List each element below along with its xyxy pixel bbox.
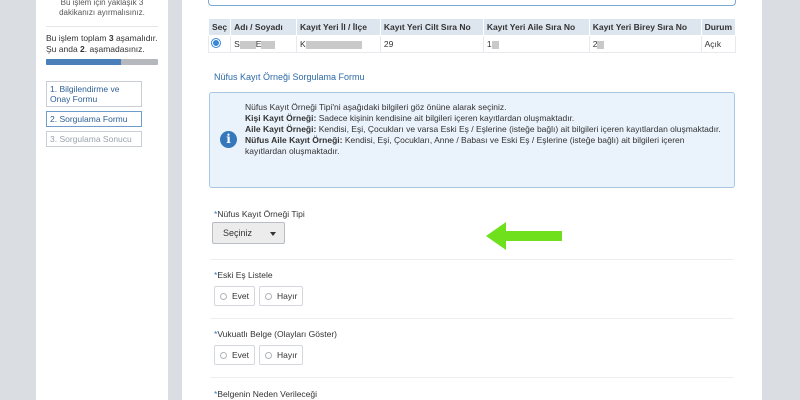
time-note-line1: Bu işlem için yaklaşık 3 bbox=[60, 0, 144, 7]
neden-label: *Belgenin Neden Verileceği bbox=[214, 389, 317, 399]
divider bbox=[46, 26, 158, 27]
info-text: Nüfus Kayıt Örneği Tipi'ni aşağıdaki bil… bbox=[245, 102, 725, 157]
section-title: Nüfus Kayıt Örneği Sorgulama Formu bbox=[214, 72, 365, 82]
row-birey-cell: 2 bbox=[588, 35, 702, 53]
row-select-cell[interactable] bbox=[207, 35, 232, 53]
row-aile-cell: 1 bbox=[482, 35, 590, 53]
no-label: Hayır bbox=[277, 350, 298, 360]
info-aile-text: Kendisi, Eşi, Çocukları ve varsa Eski Eş… bbox=[316, 124, 721, 134]
info-circle-icon: i bbox=[220, 131, 237, 148]
row-cilt-cell: 29 bbox=[379, 35, 484, 53]
divider bbox=[210, 259, 734, 260]
radio-circle[interactable] bbox=[265, 292, 273, 300]
redaction bbox=[305, 40, 362, 49]
eski-es-no-option[interactable]: Hayır bbox=[259, 286, 304, 306]
col-header-birey: Kayıt Yeri Birey Sıra No bbox=[588, 18, 702, 36]
vukuatli-label: *Vukuatlı Belge (Olayları Göster) bbox=[214, 329, 337, 339]
divider bbox=[210, 318, 734, 319]
info-aile-title: Aile Kayıt Örneği: bbox=[245, 124, 317, 134]
type-label-text: Nüfus Kayıt Örneği Tipi bbox=[217, 209, 305, 219]
progress-bar bbox=[46, 59, 158, 65]
caret-down-icon bbox=[270, 232, 276, 236]
col-header-place: Kayıt Yeri İl / İlçe bbox=[296, 18, 381, 36]
type-select[interactable]: Seçiniz bbox=[212, 222, 285, 244]
table-header-row: Seç Adı / Soyadı Kayıt Yeri İl / İlçe Ka… bbox=[207, 18, 737, 36]
steps-info-text-a: Bu işlem toplam bbox=[46, 33, 109, 43]
col-header-status: Durum bbox=[700, 18, 737, 36]
info-line-kisi: Kişi Kayıt Örneği: Sadece kişinin kendis… bbox=[245, 113, 725, 124]
vukuatli-label-text: Vukuatlı Belge (Olayları Göster) bbox=[217, 329, 337, 339]
info-line-aile: Aile Kayıt Örneği: Kendisi, Eşi, Çocukla… bbox=[245, 124, 725, 135]
radio-circle[interactable] bbox=[265, 351, 273, 359]
main-content: Seç Adı / Soyadı Kayıt Yeri İl / İlçe Ka… bbox=[182, 0, 762, 400]
col-header-cilt: Kayıt Yeri Cilt Sıra No bbox=[379, 18, 484, 36]
row-select-radio[interactable] bbox=[211, 38, 221, 48]
eski-es-yes-option[interactable]: Evet bbox=[214, 286, 256, 306]
info-kisi-text: Sadece kişinin kendisine ait bilgileri i… bbox=[316, 113, 575, 123]
results-table: Seç Adı / Soyadı Kayıt Yeri İl / İlçe Ka… bbox=[207, 18, 737, 53]
radio-circle[interactable] bbox=[220, 351, 227, 359]
table-row[interactable]: SE K 29 1 2 Açık bbox=[207, 35, 737, 53]
sidebar: Bu işlem için yaklaşık 3 dakikanızı ayır… bbox=[36, 0, 168, 400]
previous-panel-edge bbox=[208, 0, 736, 6]
step-3-query-result: 3. Sorgulama Sonucu bbox=[46, 131, 142, 147]
eski-es-radio-group: Evet Hayır bbox=[214, 286, 304, 306]
col-header-aile: Kayıt Yeri Aile Sıra No bbox=[482, 18, 590, 36]
redaction bbox=[239, 40, 256, 49]
info-line-nufus: Nüfus Aile Kayıt Örneği: Kendisi, Eşi, Ç… bbox=[245, 135, 725, 157]
type-label: *Nüfus Kayıt Örneği Tipi bbox=[214, 209, 305, 219]
col-header-select: Seç bbox=[207, 18, 232, 36]
redaction bbox=[491, 40, 499, 49]
info-box: i Nüfus Kayıt Örneği Tipi'ni aşağıdaki b… bbox=[209, 92, 735, 188]
step-list: 1. Bilgilendirme ve Onay Formu 2. Sorgul… bbox=[46, 81, 158, 147]
progress-fill bbox=[46, 59, 122, 65]
col-header-name: Adı / Soyadı bbox=[230, 18, 298, 36]
divider bbox=[210, 377, 734, 378]
time-note-line2: dakikanızı ayırmalısınız. bbox=[59, 8, 145, 17]
time-note: Bu işlem için yaklaşık 3 dakikanızı ayır… bbox=[46, 0, 158, 24]
row-place-cell: K bbox=[296, 35, 381, 53]
vukuatli-radio-group: Evet Hayır bbox=[214, 345, 304, 365]
eski-es-label-text: Eski Eş Listele bbox=[217, 270, 273, 280]
steps-info-text-c: . aşamadasınız. bbox=[84, 44, 145, 54]
vukuatli-yes-option[interactable]: Evet bbox=[214, 345, 256, 365]
radio-circle[interactable] bbox=[220, 292, 227, 300]
yes-label: Evet bbox=[232, 350, 250, 360]
redaction bbox=[261, 40, 276, 49]
neden-label-text: Belgenin Neden Verileceği bbox=[217, 389, 318, 399]
no-label: Hayır bbox=[277, 291, 298, 301]
step-2-query-form[interactable]: 2. Sorgulama Formu bbox=[46, 111, 142, 127]
steps-info: Bu işlem toplam 3 aşamalıdır. Şu anda 2.… bbox=[46, 33, 158, 55]
eski-es-label: *Eski Eş Listele bbox=[214, 270, 273, 280]
row-status-cell: Açık bbox=[700, 35, 737, 53]
info-nufus-title: Nüfus Aile Kayıt Örneği: bbox=[245, 135, 343, 145]
info-kisi-title: Kişi Kayıt Örneği: bbox=[245, 113, 317, 123]
row-name-cell: SE bbox=[230, 35, 298, 53]
left-arrow-icon bbox=[486, 222, 562, 250]
type-select-value: Seçiniz bbox=[223, 228, 253, 238]
info-line-intro: Nüfus Kayıt Örneği Tipi'ni aşağıdaki bil… bbox=[245, 102, 507, 112]
vukuatli-no-option[interactable]: Hayır bbox=[259, 345, 304, 365]
yes-label: Evet bbox=[232, 291, 250, 301]
redaction bbox=[597, 40, 605, 49]
step-1-info-approval[interactable]: 1. Bilgilendirme ve Onay Formu bbox=[46, 81, 142, 107]
